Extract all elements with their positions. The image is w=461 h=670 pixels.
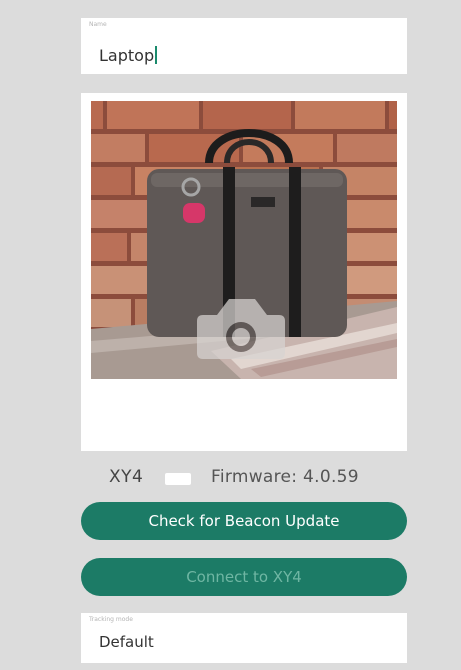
beacon-tag xyxy=(183,203,205,223)
name-input[interactable]: Laptop xyxy=(99,46,158,66)
connect-button[interactable]: Connect to XY4 xyxy=(81,558,407,596)
mode-field-value: Default xyxy=(99,633,154,651)
text-cursor xyxy=(155,46,158,64)
name-field-label: Name xyxy=(89,21,107,28)
device-info-row: XY4 Firmware: 4.0.59 xyxy=(81,466,407,492)
name-field-card[interactable]: Name Laptop xyxy=(81,18,407,74)
name-input-value: Laptop xyxy=(99,46,155,65)
bag-strap-right xyxy=(289,167,301,337)
photo-card xyxy=(81,93,407,451)
mode-field-label: Tracking mode xyxy=(89,616,133,623)
status-indicator xyxy=(165,473,191,485)
firmware-version: Firmware: 4.0.59 xyxy=(211,467,359,487)
bag-label xyxy=(251,197,275,207)
check-beacon-update-button[interactable]: Check for Beacon Update xyxy=(81,502,407,540)
mode-field-card[interactable]: Tracking mode Default xyxy=(81,613,407,663)
item-photo[interactable] xyxy=(91,101,397,379)
bag-photo-illustration xyxy=(91,101,397,379)
device-name: XY4 xyxy=(109,467,144,487)
